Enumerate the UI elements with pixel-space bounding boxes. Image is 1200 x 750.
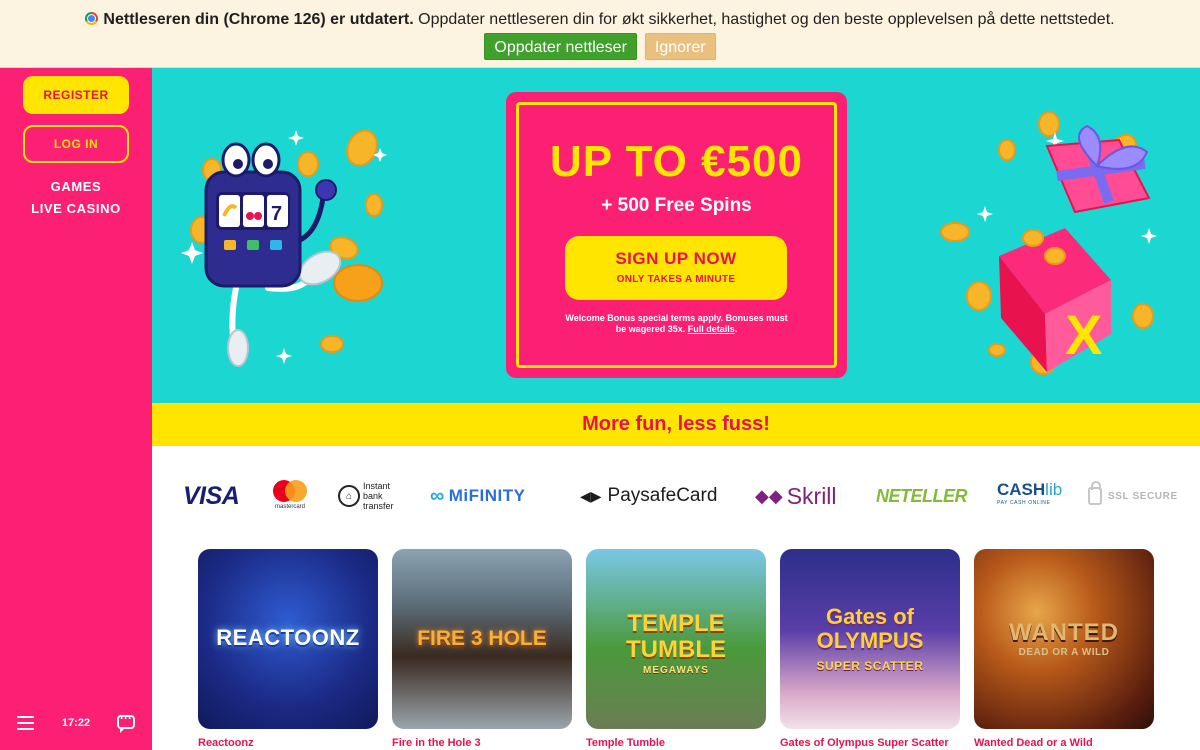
paysafecard-logo: ◀▶ PaysafeCard: [580, 480, 717, 512]
game-logo-text: WANTED: [1009, 619, 1119, 646]
promo-card: UP TO €500 + 500 Free Spins SIGN UP NOW …: [506, 92, 847, 378]
mifinity-text: MiFINITY: [448, 486, 526, 505]
game-logo-text: REACTOONZ: [216, 625, 360, 650]
chat-icon[interactable]: [117, 711, 135, 733]
login-button[interactable]: LOG IN: [23, 125, 129, 163]
bank-text-line3: transfer: [363, 501, 394, 511]
game-tile-fire-in-the-hole-3[interactable]: FIRE 3 HOLE Fire in the Hole 3: [392, 549, 572, 749]
bank-text-line2: bank: [363, 491, 383, 501]
cashlib-text-b: lib: [1045, 480, 1063, 499]
clock: 17:22: [61, 717, 91, 729]
game-title[interactable]: Temple Tumble: [586, 737, 665, 749]
infinity-icon: ∞: [430, 484, 445, 507]
bank-icon: ⌂: [338, 485, 360, 507]
browser-update-text: Oppdater nettleseren din for økt sikkerh…: [413, 11, 1115, 28]
nav-games[interactable]: GAMES: [0, 179, 152, 194]
cashlib-text-a: CASH: [997, 480, 1046, 499]
bonus-title: UP TO €500: [550, 137, 803, 186]
browser-update-banner: Nettleseren din (Chrome 126) er utdatert…: [0, 0, 1200, 68]
game-logo-subtext: SUPER SCATTER: [816, 659, 924, 673]
game-tile-wanted-dead-or-a-wild[interactable]: WANTED DEAD OR A WILD Wanted Dead or a W…: [974, 549, 1154, 749]
update-browser-button[interactable]: Oppdater nettleser: [484, 33, 637, 60]
cashlib-subtext: PAY CASH ONLINE: [997, 500, 1051, 506]
game-tile-temple-tumble[interactable]: TEMPLE TUMBLE MEGAWAYS Temple Tumble: [586, 549, 766, 749]
paysafecard-text: PaysafeCard: [607, 485, 718, 506]
hero-banner: 7 X UP TO €500 + 500 Free Spins SIGN UP …: [152, 68, 1200, 403]
game-thumbnail[interactable]: FIRE 3 HOLE: [392, 549, 572, 729]
full-details-link[interactable]: Full details: [688, 324, 735, 334]
neteller-logo: NETELLER: [876, 485, 968, 506]
cashlib-logo: CASHlib PAY CASH ONLINE: [997, 480, 1062, 512]
skrill-icon: ◆◆: [755, 485, 783, 506]
gift-box-illustration: X: [940, 111, 1157, 375]
tagline-text: More fun, less fuss!: [582, 413, 770, 435]
game-logo-subtext: DEAD OR A WILD: [1018, 647, 1110, 658]
bonus-terms: Welcome Bonus special terms apply. Bonus…: [561, 313, 792, 335]
sign-up-button[interactable]: SIGN UP NOW ONLY TAKES A MINUTE: [565, 236, 787, 300]
sign-up-label: SIGN UP NOW: [615, 249, 737, 268]
instant-bank-transfer-logo: ⌂ Instant bank transfer: [338, 480, 394, 512]
game-thumbnail[interactable]: Gates of OLYMPUS SUPER SCATTER: [780, 549, 960, 729]
game-tile-gates-of-olympus-super-scatter[interactable]: Gates of OLYMPUS SUPER SCATTER Gates of …: [780, 549, 960, 749]
browser-update-message: Nettleseren din (Chrome 126) er utdatert…: [0, 11, 1200, 29]
game-logo-text: TEMPLE TUMBLE: [626, 610, 726, 663]
nav-live-casino[interactable]: LIVE CASINO: [0, 201, 152, 216]
ignore-button[interactable]: Ignorer: [644, 33, 716, 60]
game-title[interactable]: Gates of Olympus Super Scatter: [780, 737, 949, 749]
free-spins-subtitle: + 500 Free Spins: [601, 195, 752, 216]
svg-text:7: 7: [271, 203, 282, 225]
game-logo-subtext: MEGAWAYS: [643, 665, 709, 676]
terms-period: .: [734, 324, 738, 334]
game-logo-text: Gates of OLYMPUS: [816, 604, 924, 653]
game-title[interactable]: Wanted Dead or a Wild: [974, 737, 1093, 749]
game-thumbnail[interactable]: WANTED DEAD OR A WILD: [974, 549, 1154, 729]
game-tile-reactoonz[interactable]: REACTOONZ Reactoonz: [198, 549, 378, 749]
lock-icon: [1088, 481, 1102, 505]
sign-up-sublabel: ONLY TAKES A MINUTE: [616, 274, 736, 285]
game-title[interactable]: Fire in the Hole 3: [392, 737, 481, 749]
register-button[interactable]: REGISTER: [23, 76, 129, 114]
payment-methods: VISA mastercard ⌂ Instant bank transfer …: [152, 446, 1200, 548]
ssl-text: SSL SECURE: [1108, 490, 1178, 502]
skrill-text: Skrill: [786, 482, 837, 509]
game-title[interactable]: Reactoonz: [198, 737, 254, 749]
visa-logo: VISA: [183, 481, 240, 510]
skrill-logo: ◆◆ Skrill: [755, 480, 837, 512]
menu-icon[interactable]: [17, 716, 34, 730]
game-logo-text: FIRE 3 HOLE: [417, 627, 547, 650]
game-thumbnail[interactable]: TEMPLE TUMBLE MEGAWAYS: [586, 549, 766, 729]
game-thumbnail[interactable]: REACTOONZ: [198, 549, 378, 729]
terms-text: Welcome Bonus special terms apply. Bonus…: [565, 313, 788, 334]
mastercard-text: mastercard: [274, 504, 305, 510]
paysafe-icon: ◀▶: [580, 487, 602, 504]
bank-text-line1: Instant: [363, 481, 391, 491]
slot-machine-mascot-illustration: 7: [181, 129, 387, 367]
mifinity-logo: ∞ MiFINITY: [430, 480, 525, 512]
tagline-strip: More fun, less fuss!: [152, 403, 1200, 446]
sidebar: REGISTER LOG IN GAMES LIVE CASINO 17:22: [0, 68, 152, 750]
ssl-secure-badge: SSL SECURE: [1088, 480, 1178, 512]
mastercard-logo: mastercard: [272, 480, 308, 512]
chrome-icon: [85, 12, 99, 25]
svg-text:X: X: [1065, 303, 1102, 366]
browser-outdated-title: Nettleseren din (Chrome 126) er utdatert…: [103, 11, 414, 28]
